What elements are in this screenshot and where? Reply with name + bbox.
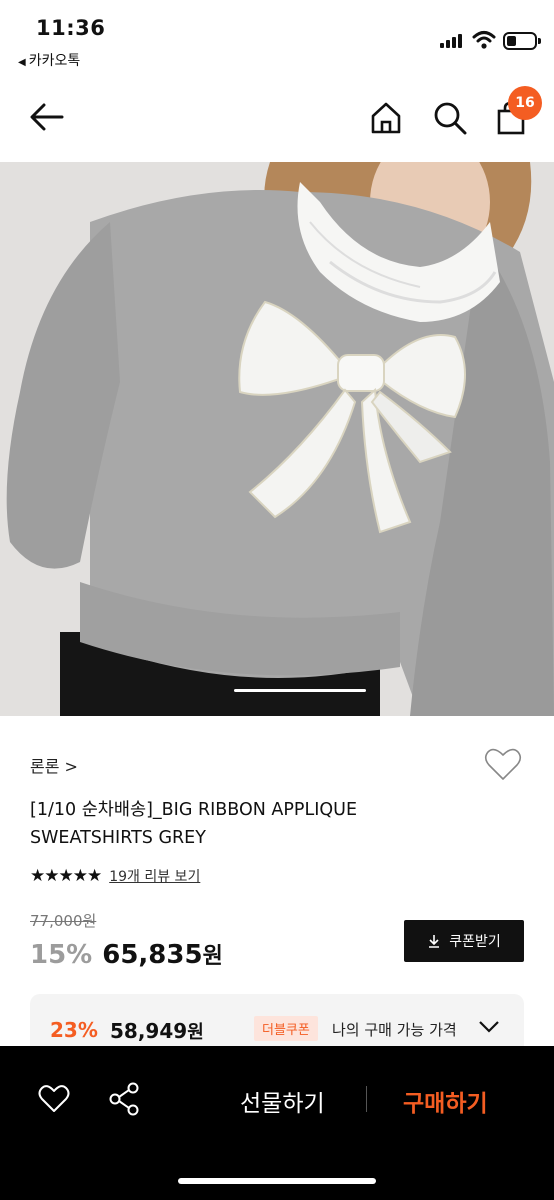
home-icon[interactable] [368, 100, 404, 136]
buy-button[interactable]: 구매하기 [403, 1084, 488, 1118]
heart-icon[interactable] [38, 1084, 70, 1114]
status-time: 11:36 [36, 16, 106, 40]
original-price: 77,000원 [30, 912, 97, 930]
gift-button[interactable]: 선물하기 [240, 1084, 325, 1118]
search-icon[interactable] [432, 100, 468, 136]
cart-count-badge: 16 [508, 86, 542, 120]
home-indicator [178, 1178, 376, 1184]
coupon-download-button[interactable]: 쿠폰받기 [404, 920, 524, 962]
wifi-icon [472, 31, 496, 49]
top-nav [0, 80, 554, 162]
reviews-link[interactable]: 19개 리뷰 보기 [109, 866, 200, 886]
signal-icon [440, 34, 464, 48]
discount-rate: 15% [30, 940, 93, 970]
product-title: [1/10 순차배송]_BIG RIBBON APPLIQUE SWEATSHI… [30, 800, 358, 848]
back-arrow-icon[interactable] [28, 98, 66, 136]
back-app-label: 카카오톡 [28, 53, 81, 69]
bottom-action-bar: 선물하기 구매하기 [0, 1046, 554, 1200]
best-price-currency: 원 [187, 1022, 204, 1043]
double-coupon-tag: 더블쿠폰 [254, 1016, 318, 1041]
back-to-app-link[interactable]: ◀ 카카오톡 [18, 50, 80, 70]
rating-row: ★★★★★ 19개 리뷰 보기 [30, 866, 200, 886]
wishlist-heart-icon[interactable] [484, 746, 522, 782]
my-price-label: 나의 구매 가능 가격 [332, 1021, 457, 1039]
product-photo [0, 162, 554, 716]
best-discount-rate: 23% [50, 1018, 98, 1042]
share-icon[interactable] [108, 1082, 140, 1116]
chevron-down-icon[interactable] [478, 1020, 500, 1034]
sale-price: 65,835 [102, 940, 203, 970]
download-icon [429, 935, 440, 948]
best-price-value: 58,949원 [110, 1018, 204, 1044]
price-currency: 원 [202, 944, 223, 969]
rating-stars: ★★★★★ [30, 866, 102, 886]
coupon-button-label: 쿠폰받기 [449, 934, 501, 950]
status-bar: 11:36 ◀ 카카오톡 [0, 0, 554, 76]
brand-link[interactable]: 론론 > [30, 753, 78, 777]
image-page-indicator [234, 689, 366, 692]
best-price-number: 58,949 [110, 1019, 188, 1043]
product-image[interactable] [0, 162, 554, 716]
bar-divider [366, 1086, 367, 1112]
price-row: 15% 65,835 원 [30, 938, 223, 970]
battery-icon [503, 32, 541, 50]
